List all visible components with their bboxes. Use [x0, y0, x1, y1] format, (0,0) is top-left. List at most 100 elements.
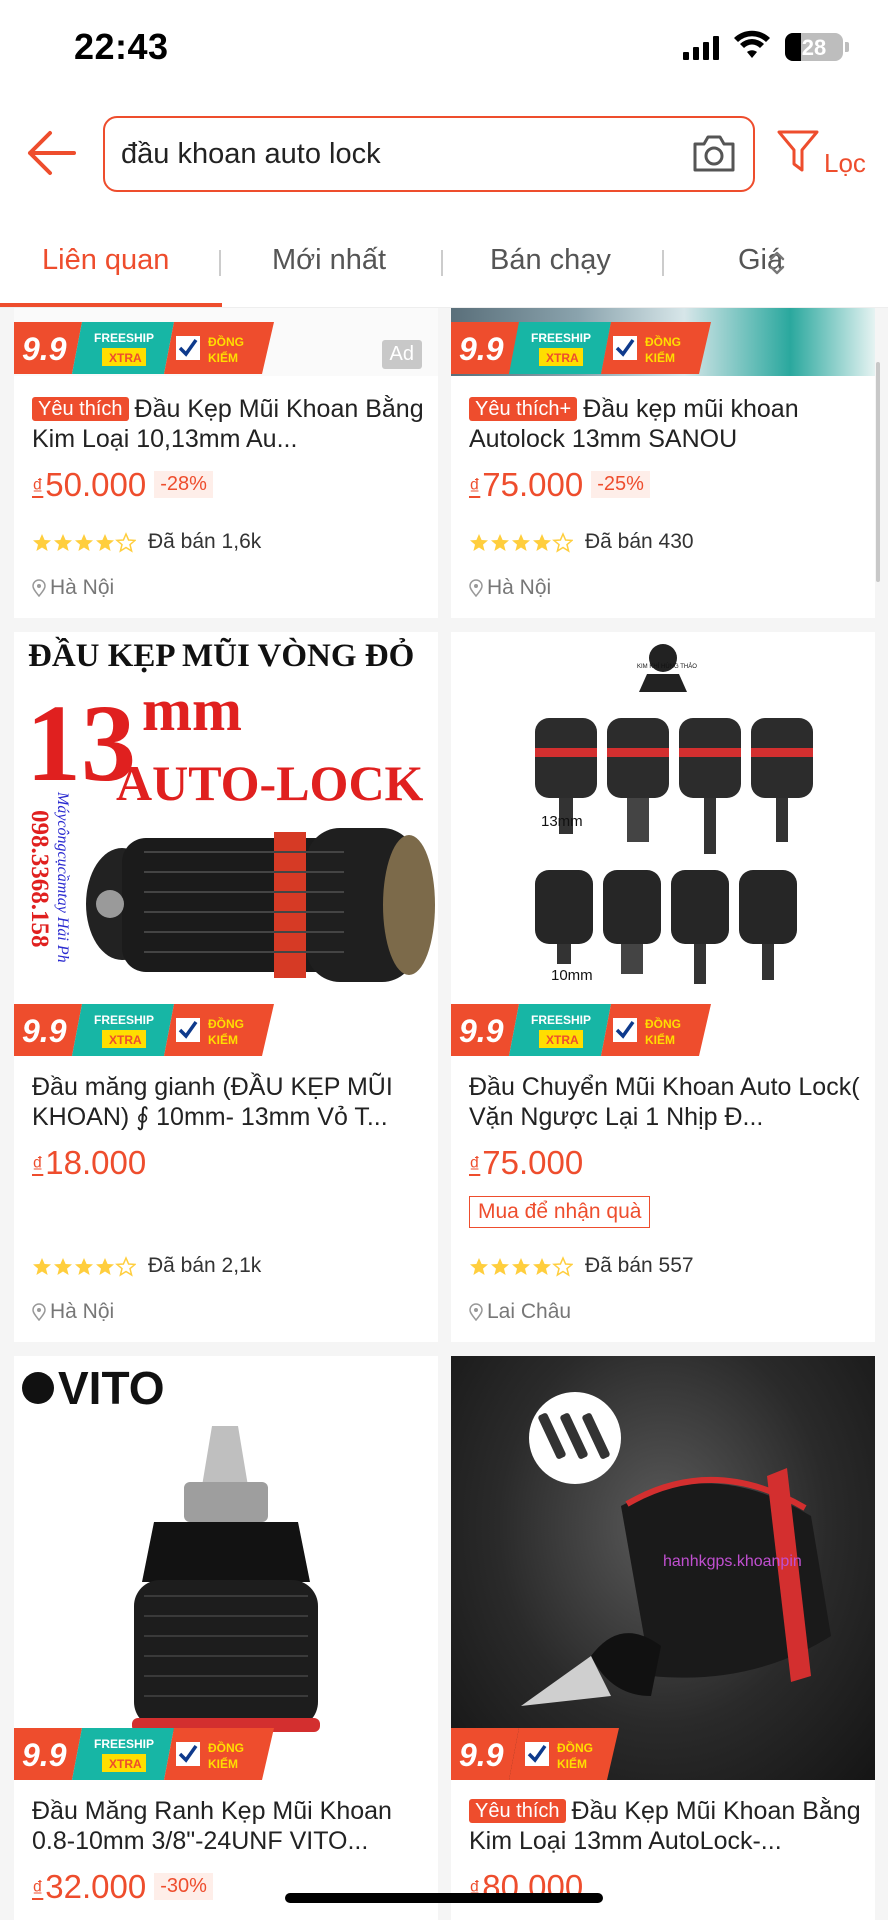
svg-text:9.9: 9.9: [459, 1013, 504, 1049]
product-photo: VITO: [22, 1362, 320, 1732]
svg-text:ĐỒNG: ĐỒNG: [557, 1740, 593, 1755]
promo-badge-strip: 9.9 FREESHIP XTRA ĐỒNG KIỂM: [451, 322, 711, 374]
ad-label: Ad: [381, 340, 422, 369]
promo-badge-strip: 9.9 FREESHIP XTRA ĐỒNG KIỂM: [14, 322, 274, 374]
tab-relevant[interactable]: Liên quan: [42, 244, 169, 277]
product-card[interactable]: VITO 9.9 FREESHIP XTRA ĐỒNG KIỂM Đầu Măn…: [14, 1356, 438, 1920]
svg-text:KIỂM: KIỂM: [557, 1756, 587, 1771]
location-pin-icon: [32, 1303, 46, 1322]
product-grid: 9.9 FREESHIP XTRA ĐỒNG KIỂM Ad Yêu thích…: [0, 308, 888, 1920]
cellular-signal-icon: [683, 36, 719, 60]
product-price: ₫32.000 -30%: [32, 1868, 213, 1906]
svg-text:KIỂM: KIỂM: [208, 1756, 238, 1771]
product-price: ₫50.000 -28%: [32, 466, 213, 504]
svg-text:KIM KHÍ HÙNG THẢO: KIM KHÍ HÙNG THẢO: [637, 663, 697, 670]
product-card[interactable]: hanhkgps.khoanpin 9.9 ĐỒNG KIỂM Yêu thíc…: [451, 1356, 875, 1920]
svg-text:ĐỒNG: ĐỒNG: [208, 334, 244, 349]
svg-text:9.9: 9.9: [459, 1737, 504, 1773]
rating-stars-icon: [33, 533, 136, 552]
svg-text:XTRA: XTRA: [109, 351, 142, 365]
filter-button[interactable]: Lọc: [776, 128, 876, 184]
svg-text:mm: mm: [142, 677, 242, 743]
wifi-icon: [734, 30, 770, 58]
product-price: ₫75.000: [469, 1144, 584, 1181]
product-photo: KIM KHÍ HÙNG THẢO 13mm 10mm: [535, 644, 813, 984]
favorite-plus-tag: Yêu thích+: [469, 397, 578, 421]
svg-text:ĐỒNG: ĐỒNG: [645, 1016, 681, 1031]
product-title: Yêu thích Đầu Kẹp Mũi Khoan Bằng Kim Loại…: [32, 395, 424, 453]
sold-count: Đã bán 1,6k: [148, 530, 262, 553]
svg-text:FREESHIP: FREESHIP: [531, 1013, 591, 1027]
promo-badge-strip: 9.9 FREESHIP XTRA ĐỒNG KIỂM: [14, 1728, 274, 1780]
svg-text:KIỂM: KIỂM: [645, 1032, 675, 1047]
svg-text:KIỂM: KIỂM: [208, 350, 238, 365]
product-image: ĐẦU KẸP MŨI VÒNG ĐỎ 13 mm AUTO-LOCK Máyc…: [14, 632, 438, 1056]
shop-location: Lai Châu: [469, 1300, 571, 1324]
product-card[interactable]: KIM KHÍ HÙNG THẢO 13mm 10mm 9.9 FREESHIP…: [451, 632, 875, 1342]
svg-text:9.9: 9.9: [22, 1013, 67, 1049]
svg-text:ĐỒNG: ĐỒNG: [645, 334, 681, 349]
product-price: ₫75.000 -25%: [469, 466, 650, 504]
discount-badge: -25%: [591, 471, 650, 498]
rating-stars-icon: [470, 533, 573, 552]
battery-icon: 28: [785, 33, 849, 61]
product-card[interactable]: 9.9 FREESHIP XTRA ĐỒNG KIỂM Ad Yêu thích…: [14, 308, 438, 618]
location-pin-icon: [32, 579, 46, 598]
product-card[interactable]: ĐẦU KẸP MŨI VÒNG ĐỎ 13 mm AUTO-LOCK Máyc…: [14, 632, 438, 1342]
svg-text:098.3368.158: 098.3368.158: [26, 810, 53, 948]
product-price: ₫18.000: [32, 1144, 147, 1181]
svg-text:XTRA: XTRA: [109, 1757, 142, 1771]
svg-text:VITO: VITO: [58, 1362, 165, 1414]
shop-location: Hà Nội: [32, 1300, 114, 1324]
product-card[interactable]: 9.9 FREESHIP XTRA ĐỒNG KIỂM Yêu thích+ Đầ…: [451, 308, 875, 618]
search-bar[interactable]: [103, 116, 755, 192]
filter-funnel-icon: [777, 130, 819, 172]
svg-text:KIỂM: KIỂM: [645, 350, 675, 365]
svg-text:10mm: 10mm: [551, 967, 593, 984]
location-pin-icon: [469, 1303, 483, 1322]
svg-text:Máycôngcụcầmtay Hải Ph: Máycôngcụcầmtay Hải Ph: [54, 791, 71, 963]
svg-text:AUTO-LOCK: AUTO-LOCK: [116, 755, 424, 811]
promo-badge-strip: 9.9 ĐỒNG KIỂM: [451, 1728, 619, 1780]
product-image: 9.9 FREESHIP XTRA ĐỒNG KIỂM: [451, 308, 875, 376]
sale-99-label: 9.9: [22, 331, 67, 367]
product-title: Đầu Măng Ranh Kẹp Mũi Khoan 0.8-10mm 3/8…: [32, 1797, 392, 1855]
tab-newest[interactable]: Mới nhất: [272, 244, 386, 277]
svg-text:9.9: 9.9: [459, 331, 504, 367]
discount-badge: -28%: [154, 471, 213, 498]
status-bar: 22:43 28: [0, 0, 888, 96]
filter-label: Lọc: [824, 148, 866, 178]
product-title: Yêu thích+ Đầu kẹp mũi khoan Autolock 13m…: [469, 395, 799, 453]
svg-text:XTRA: XTRA: [546, 351, 579, 365]
location-pin-icon: [469, 579, 483, 598]
product-image: KIM KHÍ HÙNG THẢO 13mm 10mm 9.9 FREESHIP…: [451, 632, 875, 1056]
promo-badge-strip: 9.9 FREESHIP XTRA ĐỒNG KIỂM: [451, 1004, 711, 1056]
svg-text:KIỂM: KIỂM: [208, 1032, 238, 1047]
sold-count: Đã bán 430: [585, 530, 694, 553]
svg-text:XTRA: XTRA: [109, 1033, 142, 1047]
search-input[interactable]: [121, 134, 661, 174]
tab-best-selling[interactable]: Bán chạy: [490, 244, 611, 277]
svg-text:13mm: 13mm: [541, 813, 583, 830]
home-indicator[interactable]: [285, 1893, 603, 1903]
svg-text:FREESHIP: FREESHIP: [94, 1737, 154, 1751]
product-title: Đầu măng gianh (ĐẦU KẸP MŨI KHOAN) ∮ 10m…: [32, 1073, 393, 1131]
product-image: 9.9 FREESHIP XTRA ĐỒNG KIỂM Ad: [14, 308, 438, 376]
favorite-tag: Yêu thích: [32, 397, 129, 421]
sort-toggle-icon[interactable]: [768, 248, 786, 278]
search-header: Lọc: [0, 96, 888, 218]
svg-text:hanhkgps.khoanpin: hanhkgps.khoanpin: [663, 1553, 802, 1570]
active-tab-indicator: [0, 303, 222, 307]
scrollbar[interactable]: [876, 362, 880, 582]
product-image: hanhkgps.khoanpin 9.9 ĐỒNG KIỂM: [451, 1356, 875, 1780]
rating-stars-icon: [33, 1257, 136, 1276]
camera-icon[interactable]: [691, 132, 737, 176]
shop-location: Hà Nội: [32, 576, 114, 600]
favorite-tag: Yêu thích: [469, 1799, 566, 1823]
product-photo: hanhkgps.khoanpin: [521, 1392, 831, 1706]
back-arrow-icon[interactable]: [26, 130, 76, 176]
sort-tabs: Liên quan Mới nhất Bán chạy Giá: [0, 218, 888, 308]
tab-divider: [662, 250, 664, 276]
svg-text:ĐỒNG: ĐỒNG: [208, 1740, 244, 1755]
status-time: 22:43: [74, 26, 169, 67]
